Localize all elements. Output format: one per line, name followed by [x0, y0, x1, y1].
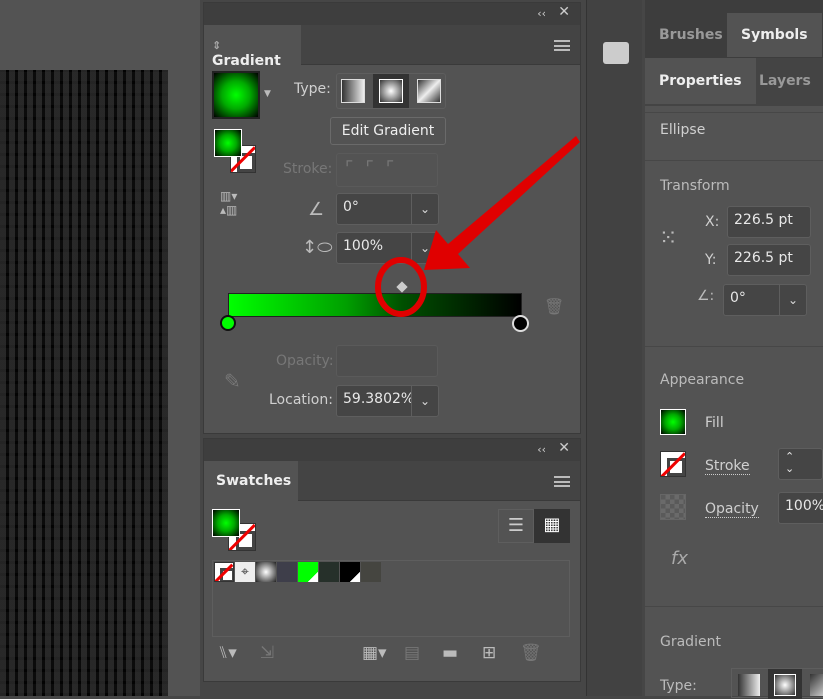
panel-menu-icon[interactable] [554, 40, 570, 51]
gradient-stop-green[interactable] [220, 315, 236, 331]
swatch-libraries-icon[interactable]: ⑊▾ [218, 643, 237, 663]
show-kinds-icon[interactable]: ▦▾ [362, 643, 387, 663]
stroke-link[interactable]: Stroke [705, 458, 750, 475]
tab-brushes[interactable]: Brushes [645, 13, 737, 57]
freeform-gradient-button[interactable] [417, 79, 441, 103]
linear-gradient-button[interactable] [341, 79, 365, 103]
x-input[interactable]: 226.5 pt [727, 206, 811, 238]
gradient-type-buttons [731, 668, 823, 699]
gradient-preview[interactable] [212, 71, 260, 119]
swatch-toolbar: ⑊▾ ⇲ ▦▾ ▤ ▬ ⊞ 🗑 [218, 643, 558, 667]
collapse-icon[interactable]: ‹‹ [537, 443, 546, 456]
swatch-options-icon[interactable]: ▤ [404, 643, 420, 663]
preset-dropdown-icon[interactable]: ▼ [264, 89, 271, 99]
tab-properties[interactable]: Properties [645, 58, 756, 104]
object-type-label: Ellipse [660, 122, 706, 138]
angle-icon: ∠ [308, 199, 325, 220]
comments-button[interactable] [603, 42, 629, 64]
reference-point-icon[interactable]: ⁙ [659, 226, 677, 251]
reverse-gradient-icon[interactable]: ▥▾ ▴▥ [220, 189, 237, 217]
appearance-heading: Appearance [660, 372, 745, 388]
swatches-panel: ‹‹ ✕ Swatches ☰ ▦ ⌖ ⑊▾ ⇲ ▦▾ ▤ ▬ ⊞ 🗑 [203, 438, 581, 682]
swatch-registration[interactable]: ⌖ [235, 562, 255, 582]
opacity-input[interactable]: 100% [778, 492, 823, 524]
collapse-icon[interactable]: ‹‹ [537, 7, 546, 20]
opacity-link[interactable]: Opacity [705, 501, 759, 518]
gradient-type-label: Type: [660, 678, 697, 694]
highlight-circle [375, 257, 427, 317]
freeform-gradient-button[interactable] [810, 674, 823, 696]
type-buttons [336, 73, 446, 109]
transform-heading: Transform [660, 178, 730, 194]
aspect-ratio-icon: ↕⬭ [302, 237, 333, 258]
gradient-heading: Gradient [660, 634, 721, 650]
tab-swatches[interactable]: Swatches [204, 461, 298, 501]
panel-menu-icon[interactable] [554, 476, 570, 487]
opacity-label: Opacity: [276, 353, 334, 369]
dock-column [586, 0, 642, 696]
tab-label: Gradient [212, 53, 281, 69]
swatch-none[interactable] [214, 562, 234, 582]
swatch-color[interactable] [277, 562, 297, 582]
swatch-list: ⌖ [212, 560, 570, 637]
eyedropper-icon[interactable]: ✎ [224, 369, 241, 393]
fill-swatch[interactable] [212, 509, 240, 537]
fill-swatch[interactable] [660, 409, 686, 435]
artwork-pixel-texture [0, 70, 168, 696]
grid-view-button[interactable]: ▦ [534, 509, 570, 543]
tab-symbols[interactable]: Symbols [727, 13, 822, 57]
linear-gradient-button[interactable] [738, 674, 760, 696]
rotate-angle-icon: ∠: [697, 288, 715, 304]
fx-button[interactable]: fx [671, 548, 688, 569]
close-icon[interactable]: ✕ [558, 4, 570, 20]
place-swatches-icon[interactable]: ⇲ [260, 643, 274, 663]
list-view-button[interactable]: ☰ [498, 509, 534, 543]
location-label: Location: [269, 392, 333, 408]
stroke-weight-stepper[interactable]: ⌃ ⌄ [778, 448, 823, 480]
radial-gradient-button[interactable] [774, 674, 796, 696]
rotate-input[interactable]: 0° [723, 284, 781, 316]
y-input[interactable]: 226.5 pt [727, 244, 811, 276]
type-label: Type: [294, 81, 331, 97]
y-label: Y: [705, 252, 717, 268]
stroke-swatch[interactable] [660, 451, 686, 477]
stroke-label: Stroke: [283, 161, 333, 177]
fill-label: Fill [705, 415, 724, 431]
swatch-color[interactable] [361, 562, 381, 582]
swatch-color[interactable] [319, 562, 339, 582]
fill-swatch[interactable] [214, 129, 242, 157]
location-dropdown[interactable]: ⌄ [411, 385, 439, 417]
location-input[interactable]: 59.3802% [336, 385, 414, 417]
properties-panel: Brushes Symbols Properties Layers Ellips… [645, 0, 823, 699]
new-group-icon[interactable]: ▬ [442, 643, 458, 663]
arrow-shape [424, 136, 580, 270]
radial-gradient-button[interactable] [379, 79, 403, 103]
delete-swatch-icon[interactable]: 🗑 [520, 643, 542, 663]
annotation-arrow [375, 136, 580, 317]
swatch-color[interactable] [298, 562, 318, 582]
swatch-color[interactable] [340, 562, 360, 582]
swatch-radial-gradient[interactable] [256, 562, 276, 582]
close-icon[interactable]: ✕ [558, 440, 570, 456]
tab-gradient[interactable]: ⇕ Gradient [204, 25, 301, 69]
opacity-swatch [660, 494, 686, 520]
panel-titlebar[interactable]: ‹‹ ✕ [204, 439, 580, 461]
rotate-dropdown[interactable]: ⌄ [779, 284, 807, 316]
tab-layers[interactable]: Layers [745, 58, 823, 104]
opacity-input[interactable] [336, 345, 438, 377]
new-swatch-icon[interactable]: ⊞ [482, 643, 496, 663]
x-label: X: [705, 214, 720, 230]
panel-titlebar[interactable]: ‹‹ ✕ [204, 3, 580, 25]
